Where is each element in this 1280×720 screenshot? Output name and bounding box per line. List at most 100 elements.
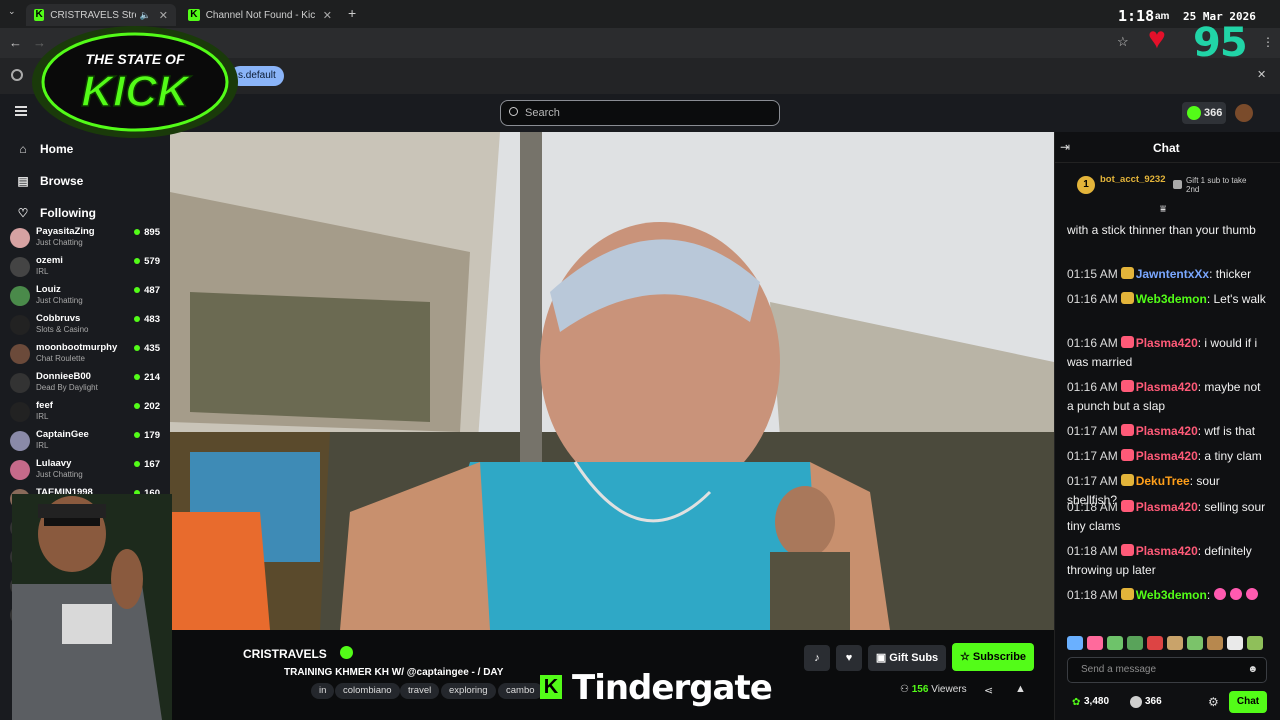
- points-icon: ✿: [1072, 697, 1081, 708]
- send-chat-button[interactable]: Chat: [1229, 691, 1267, 713]
- chat-timestamp: 01:15 AM: [1067, 267, 1118, 281]
- chat-username[interactable]: Web3demon: [1136, 292, 1207, 306]
- channel-avatar: [10, 344, 30, 364]
- tag-pill[interactable]: travel: [400, 683, 440, 699]
- emote-icon[interactable]: [1067, 636, 1083, 650]
- nav-browse[interactable]: ▤ Browse: [16, 174, 83, 188]
- chat-username[interactable]: Plasma420: [1136, 544, 1198, 558]
- emote-icon[interactable]: [1127, 636, 1143, 650]
- sidebar-channel-item[interactable]: Lulaavy Just Chatting 167: [10, 458, 160, 486]
- channel-name: Cobbruvs: [36, 313, 81, 324]
- channel-viewers: 435: [134, 343, 160, 354]
- logo-top-text: THE STATE OF: [85, 51, 184, 67]
- emote-icon[interactable]: [1147, 636, 1163, 650]
- tab-cristravels[interactable]: K CRISTRAVELS Stream - Wat 🔈 ✕: [26, 4, 176, 26]
- close-bar-icon[interactable]: ✕: [1257, 68, 1266, 81]
- notification-bell-button[interactable]: ♪: [804, 645, 830, 671]
- tag-pill[interactable]: colombiano: [335, 683, 400, 699]
- channel-name: Louiz: [36, 284, 61, 295]
- chat-kicks-balance[interactable]: 366: [1145, 696, 1162, 707]
- kick-favicon-icon: K: [34, 9, 45, 21]
- chat-text: : Let's walk: [1206, 292, 1266, 306]
- user-badge-icon: [1120, 500, 1134, 512]
- logo-main-text: KICK: [81, 67, 192, 116]
- chat-username[interactable]: Plasma420: [1136, 424, 1198, 438]
- nav-following[interactable]: ♡ Following: [16, 206, 96, 220]
- sidebar-channel-item[interactable]: Cobbruvs Slots & Casino 483: [10, 313, 160, 341]
- chat-username[interactable]: DekuTree: [1136, 474, 1190, 488]
- chat-message: 01:18 AM Plasma420: definitely throwing u…: [1067, 542, 1267, 579]
- chat-timestamp: 01:16 AM: [1067, 292, 1118, 306]
- tag-pill[interactable]: cambo: [498, 683, 543, 699]
- emote-icon[interactable]: [1247, 636, 1263, 650]
- channel-points[interactable]: 3,480: [1084, 696, 1109, 707]
- kicks-balance-button[interactable]: 366: [1182, 102, 1226, 124]
- live-dot-icon: [134, 403, 141, 409]
- channel-name: CaptainGee: [36, 429, 89, 440]
- tag-pill[interactable]: in: [311, 683, 335, 699]
- leaderboard-user[interactable]: bot_acct_9232: [1100, 174, 1165, 185]
- viewer-count: 487: [144, 285, 160, 296]
- subscribe-button[interactable]: ☆ Subscribe: [952, 643, 1034, 671]
- browser-menu-icon[interactable]: ⋮: [1262, 35, 1274, 49]
- user-avatar[interactable]: [1235, 104, 1253, 122]
- sidebar-channel-item[interactable]: DonnieeB00 Dead By Daylight 214: [10, 371, 160, 399]
- tab-channel-not-found[interactable]: K Channel Not Found - Kick Strea ✕: [180, 4, 340, 26]
- stream-title: TRAINING KHMER KH W/ @captaingee - / DAY: [284, 667, 504, 678]
- tab-search-chevron-icon[interactable]: ⌄: [8, 6, 16, 17]
- chat-filter-icon[interactable]: ⩸: [1160, 204, 1166, 215]
- report-icon[interactable]: ▲: [1015, 683, 1026, 695]
- back-icon[interactable]: ←: [9, 35, 22, 50]
- channel-avatar: [10, 228, 30, 248]
- tab-title: Channel Not Found - Kick Strea: [205, 9, 315, 21]
- chat-username[interactable]: Plasma420: [1136, 336, 1198, 350]
- gift-sub-prompt[interactable]: Gift 1 sub to take 2nd: [1186, 176, 1258, 194]
- nav-home[interactable]: ⌂ Home: [16, 142, 73, 156]
- video-player[interactable]: [170, 132, 1054, 630]
- chat-message-input[interactable]: Send a message ☻: [1067, 657, 1267, 683]
- emote-icon[interactable]: [1227, 636, 1243, 650]
- channel-category: Just Chatting: [36, 238, 83, 247]
- channel-category: IRL: [36, 441, 49, 450]
- channel-name[interactable]: CRISTRAVELS: [243, 647, 327, 661]
- chat-message: 01:16 AM Plasma420: i would if i was marr…: [1067, 334, 1267, 371]
- chat-username[interactable]: Web3demon: [1136, 588, 1207, 602]
- sidebar-channel-item[interactable]: feef IRL 202: [10, 400, 160, 428]
- chat-timestamp: 01:17 AM: [1067, 424, 1118, 438]
- tag-pill[interactable]: exploring: [441, 683, 496, 699]
- sidebar-channel-item[interactable]: PayasitaZing Just Chatting 895: [10, 226, 160, 254]
- chat-username[interactable]: Plasma420: [1136, 500, 1198, 514]
- viewer-count: 202: [144, 401, 160, 412]
- bookmark-star-icon[interactable]: ☆: [1117, 34, 1129, 50]
- sidebar-channel-item[interactable]: CaptainGee IRL 179: [10, 429, 160, 457]
- emote-icon[interactable]: [1167, 636, 1183, 650]
- share-icon[interactable]: ⋖: [984, 684, 993, 697]
- chat-username[interactable]: Plasma420: [1136, 449, 1198, 463]
- search-input[interactable]: Search: [500, 100, 780, 126]
- emoji-icon[interactable]: ☻: [1247, 658, 1258, 682]
- new-tab-icon[interactable]: +: [348, 5, 356, 21]
- close-tab-icon[interactable]: ✕: [159, 9, 168, 22]
- follow-heart-button[interactable]: ♥: [836, 645, 862, 671]
- speaker-icon[interactable]: 🔈: [140, 10, 151, 21]
- live-dot-icon: [134, 432, 141, 438]
- chat-settings-icon[interactable]: ⚙: [1208, 695, 1219, 709]
- collapse-chat-icon[interactable]: ⇥: [1060, 140, 1070, 154]
- emote-icon[interactable]: [1087, 636, 1103, 650]
- sidebar-channel-item[interactable]: ozemi IRL 579: [10, 255, 160, 283]
- sidebar-channel-item[interactable]: moonbootmurphy Chat Roulette 435: [10, 342, 160, 370]
- user-badge-icon: [1120, 336, 1134, 348]
- gift-subs-button[interactable]: ▣ Gift Subs: [868, 645, 946, 671]
- emote-icon[interactable]: [1207, 636, 1223, 650]
- nav-following-label: Following: [40, 206, 96, 220]
- user-badge-icon: [1120, 380, 1134, 392]
- close-tab-icon[interactable]: ✕: [323, 9, 332, 22]
- emote-icon[interactable]: [1107, 636, 1123, 650]
- sidebar-channel-item[interactable]: Louiz Just Chatting 487: [10, 284, 160, 312]
- chat-username[interactable]: Plasma420: [1136, 380, 1198, 394]
- channel-name: feef: [36, 400, 53, 411]
- chat-username[interactable]: JawntentxXx: [1136, 267, 1209, 281]
- live-dot-icon: [134, 287, 141, 293]
- kicks-coin-icon: [1187, 106, 1201, 120]
- emote-icon[interactable]: [1187, 636, 1203, 650]
